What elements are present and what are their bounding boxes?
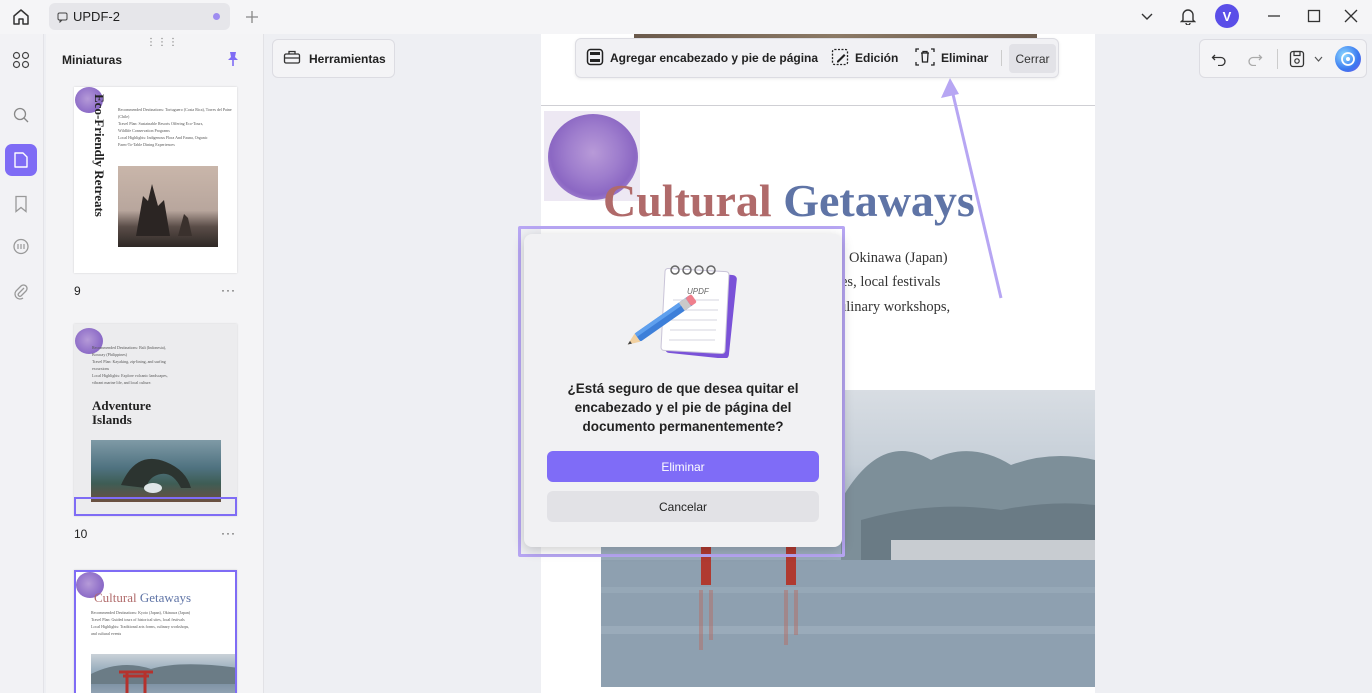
thumb-heading: Eco-Friendly Retreats [92, 94, 107, 217]
search-icon[interactable] [5, 99, 37, 131]
comments-icon[interactable] [5, 231, 37, 263]
thumb-heading: Cultural Getaways [94, 590, 192, 605]
title-bar: UPDF-2 V [0, 0, 1372, 34]
pin-icon[interactable] [226, 51, 240, 72]
notepad-pencil-icon: UPDF [627, 262, 739, 359]
thumb-image [91, 440, 221, 502]
document-tab[interactable]: UPDF-2 [49, 3, 230, 30]
thumb-text: Recommended Destinations: Kyoto (Japan),… [91, 610, 191, 636]
close-window-button[interactable] [1340, 5, 1362, 27]
redo-icon[interactable] [1244, 48, 1266, 70]
maximize-button[interactable] [1303, 5, 1325, 27]
page-more-button[interactable]: ··· [221, 526, 236, 540]
document-title: Cultural Getaways [603, 175, 975, 226]
bell-icon[interactable] [1177, 5, 1199, 27]
thumbnails-panel: ⋮⋮⋮ Miniaturas Eco-Friendly Retreats Rec… [46, 34, 264, 693]
svg-text:UPDF: UPDF [687, 287, 710, 296]
body-line-2: es, local festivals [841, 274, 941, 290]
tools-button[interactable]: Herramientas [272, 39, 395, 78]
avatar[interactable]: V [1215, 4, 1239, 28]
current-view-indicator [74, 497, 237, 516]
page-more-button[interactable]: ··· [221, 283, 236, 297]
dialog-message: ¿Está seguro de que desea quitar el enca… [567, 381, 799, 434]
edit-icon [831, 48, 849, 69]
thumbnail-page-10[interactable]: Recommended Destinations: Bali (Indonesi… [74, 324, 237, 516]
right-toolbar [1199, 39, 1367, 78]
toolbar-divider [1001, 50, 1002, 66]
trash-icon [915, 47, 935, 69]
bookmark-icon[interactable] [5, 188, 37, 220]
ai-assistant-icon[interactable] [1335, 46, 1361, 72]
panel-title: Miniaturas [62, 53, 123, 67]
cancel-button[interactable]: Cancelar [547, 491, 819, 522]
drag-handle[interactable]: ⋮⋮⋮ [146, 37, 179, 48]
header-divider [541, 105, 1095, 106]
minimize-button[interactable] [1263, 5, 1285, 27]
unsaved-dot [213, 13, 220, 20]
confirm-remove-button[interactable]: Eliminar [547, 451, 819, 482]
save-icon[interactable] [1286, 48, 1308, 70]
thumb-image [118, 166, 218, 247]
page-number: 9 [74, 284, 81, 298]
thumb-text: Recommended Destinations: Tortuguero (Co… [118, 107, 232, 147]
toolbar-divider [1277, 49, 1278, 69]
chevron-down-icon[interactable] [1311, 51, 1325, 67]
thumbnail-page-9[interactable]: Eco-Friendly Retreats Recommended Destin… [74, 87, 237, 273]
header-footer-icon [586, 48, 604, 69]
comment-icon [57, 10, 68, 28]
page-number: 10 [74, 527, 88, 541]
apps-icon[interactable] [5, 44, 37, 76]
undo-icon[interactable] [1208, 48, 1230, 70]
home-icon[interactable] [10, 6, 32, 28]
edit-button[interactable]: Edición [831, 39, 898, 77]
tools-label: Herramientas [309, 51, 386, 66]
thumb-heading: Adventure Islands [92, 398, 151, 427]
toolbox-icon [283, 49, 301, 68]
thumb-image [91, 654, 235, 693]
thumbnails-icon[interactable] [5, 144, 37, 176]
new-tab-button[interactable] [241, 6, 263, 28]
left-rail [0, 34, 44, 693]
add-header-footer-button[interactable]: Agregar encabezado y pie de página [586, 39, 818, 77]
attachment-icon[interactable] [5, 276, 37, 308]
close-button[interactable]: Cerrar [1009, 44, 1056, 73]
thumb-text: Recommended Destinations: Bali (Indonesi… [92, 345, 168, 385]
thumbnail-page-11[interactable]: Cultural Getaways Recommended Destinatio… [74, 570, 237, 693]
confirm-dialog: UPDF ¿Está seguro de que desea quitar el… [524, 234, 842, 547]
chevron-down-icon[interactable] [1137, 6, 1157, 26]
arrow-annotation [941, 78, 1003, 299]
tab-title: UPDF-2 [73, 9, 120, 24]
